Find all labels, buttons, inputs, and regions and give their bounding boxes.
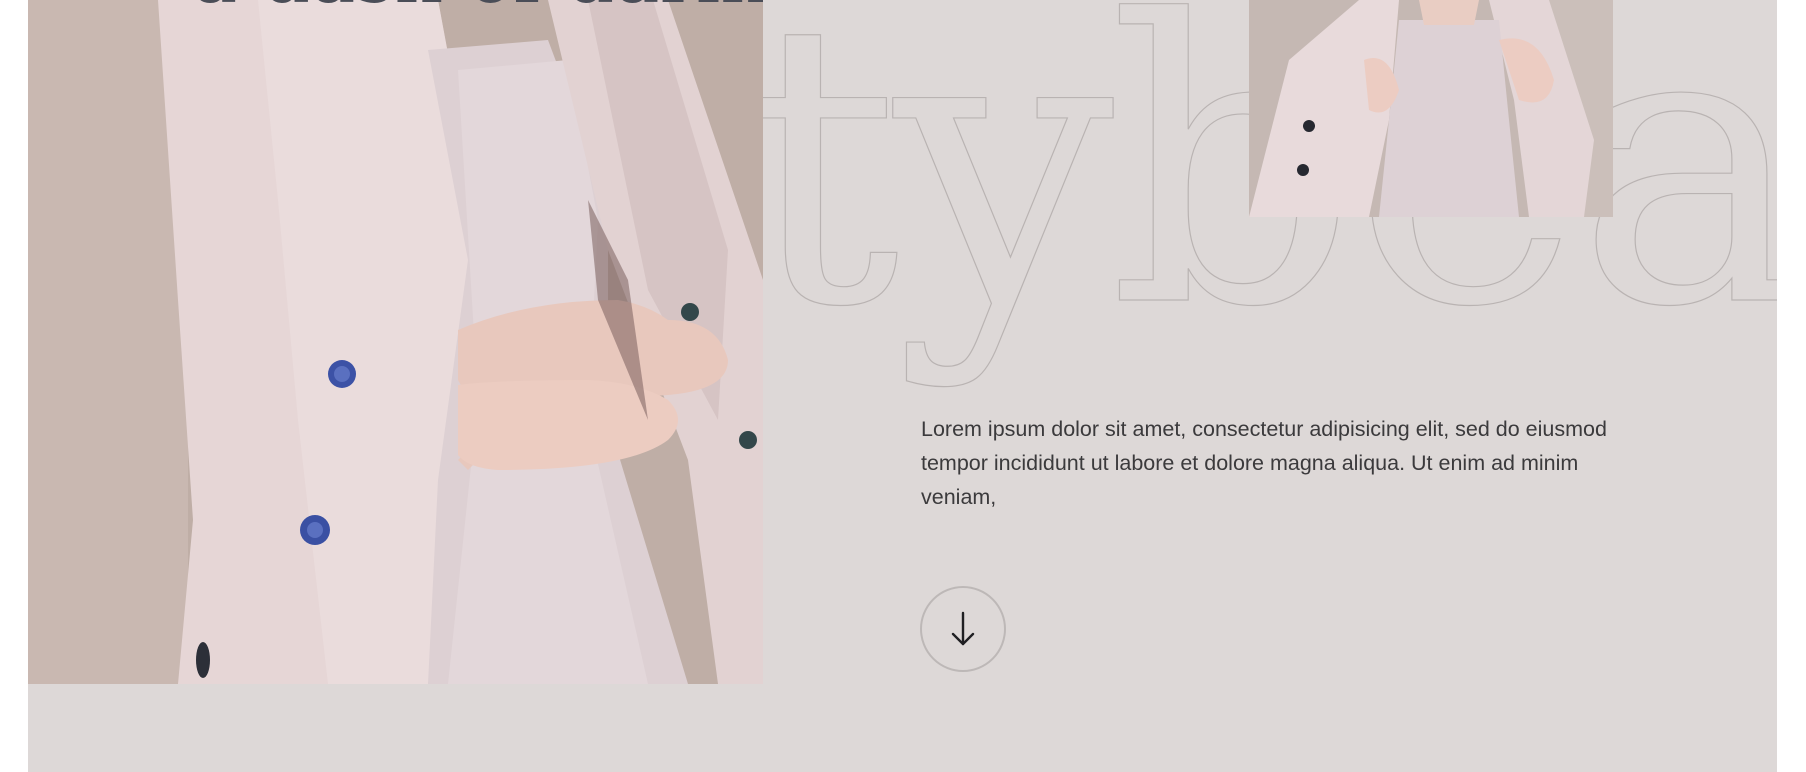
scroll-down-button[interactable]	[920, 586, 1006, 672]
hero-description: Lorem ipsum dolor sit amet, consectetur …	[921, 417, 1607, 509]
hero-photo-large: a dash of daring.	[28, 0, 763, 684]
hero-photo-small	[1249, 0, 1613, 217]
arrow-down-icon	[948, 610, 978, 648]
hero-heading: a dash of daring.	[192, 0, 763, 14]
hero-section: utybea a da	[28, 0, 1777, 772]
